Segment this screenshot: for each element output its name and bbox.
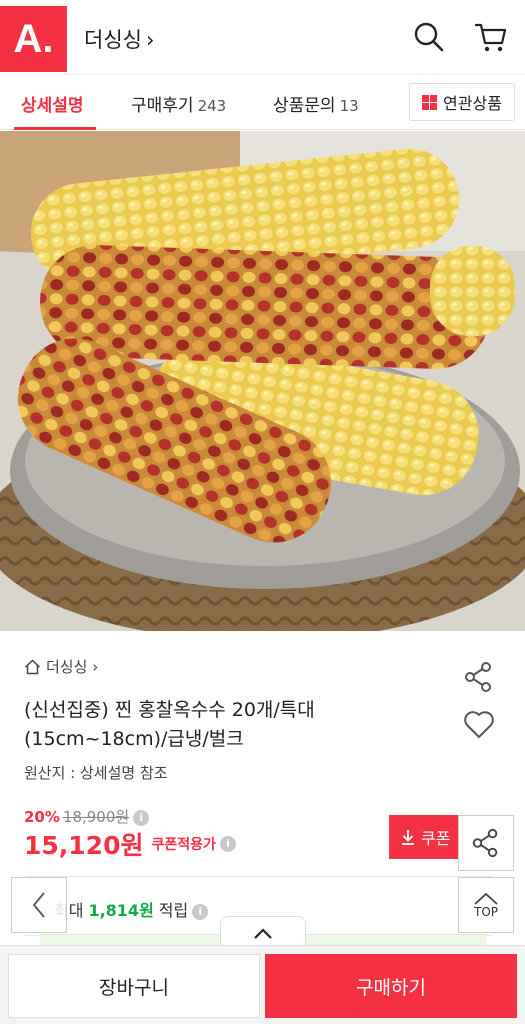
info-icon[interactable]: i (219, 836, 236, 852)
coupon-price-label: 쿠폰적용가 (151, 837, 216, 853)
info-icon[interactable]: i (192, 903, 209, 920)
bottom-action-bar: 장바구니 구매하기 (0, 945, 525, 1024)
breadcrumb[interactable]: 더싱싱 › (24, 656, 98, 677)
tab-inquiry-count: 13 (339, 97, 359, 115)
coupon-download-button[interactable]: 쿠폰 (389, 815, 469, 859)
search-icon[interactable] (412, 20, 446, 54)
active-tab-indicator (14, 127, 96, 130)
points-info: 최대 1,814원 적립 i (54, 897, 209, 921)
tab-inquiry-label: 상품문의 (273, 96, 336, 116)
origin-info: 원산지 : 상세설명 참조 (24, 764, 168, 782)
price-row: 15,120원 쿠폰적용가 i (24, 826, 236, 862)
home-icon (24, 658, 41, 674)
product-title-line1: (신선집중) 찐 홍찰옥수수 20개/특대 (24, 699, 315, 721)
chevron-up-icon (254, 927, 272, 939)
share-icon[interactable] (462, 660, 496, 694)
info-icon[interactable]: i (133, 809, 150, 826)
tab-reviews-count: 243 (197, 97, 227, 115)
product-title-line2: (15cm~18cm)/급냉/벌크 (24, 728, 244, 750)
top-label: TOP (473, 905, 498, 919)
floating-share-button[interactable] (458, 815, 514, 871)
product-title: (신선집중) 찐 홍찰옥수수 20개/특대 (15cm~18cm)/급냉/벌크 (24, 696, 434, 754)
coupon-button-label: 쿠폰 (421, 829, 451, 848)
discount-rate: 20% (24, 808, 60, 826)
heart-icon[interactable] (462, 708, 496, 742)
tab-reviews[interactable]: 구매후기 243 (131, 91, 226, 116)
back-button[interactable] (11, 877, 67, 933)
share-icon (472, 828, 498, 858)
chevron-right-icon: › (92, 657, 99, 676)
chevron-right-icon: › (145, 28, 155, 52)
grid-icon (422, 94, 438, 110)
sale-price: 15,120원 (24, 831, 144, 860)
add-to-cart-button[interactable]: 장바구니 (8, 954, 260, 1018)
breadcrumb-store: 더싱싱 (46, 658, 88, 676)
original-price: 18,900원 (62, 808, 130, 826)
points-amount: 1,814원 (88, 901, 154, 920)
app-header: A. 더싱싱 › (0, 0, 525, 74)
cart-icon[interactable] (474, 20, 508, 54)
brand-logo[interactable]: A. (0, 6, 67, 72)
tab-reviews-label: 구매후기 (131, 96, 194, 116)
tab-inquiry[interactable]: 상품문의 13 (273, 91, 359, 116)
buy-now-button[interactable]: 구매하기 (265, 954, 517, 1018)
related-products-label: 연관상품 (443, 94, 502, 113)
scroll-top-button[interactable]: TOP (458, 877, 514, 933)
related-products-button[interactable]: 연관상품 (409, 83, 515, 121)
product-tabs: 상세설명 구매후기 243 상품문의 13 연관상품 (0, 74, 525, 130)
chevron-left-icon (32, 892, 45, 918)
store-name: 더싱싱 (84, 28, 142, 52)
discount-row: 20% 18,900원 i (24, 806, 150, 827)
product-image[interactable] (0, 131, 525, 631)
tab-detail[interactable]: 상세설명 (21, 91, 84, 116)
download-icon (402, 830, 414, 845)
points-suffix: 적립 (158, 901, 189, 920)
store-name-link[interactable]: 더싱싱 › (84, 24, 154, 54)
